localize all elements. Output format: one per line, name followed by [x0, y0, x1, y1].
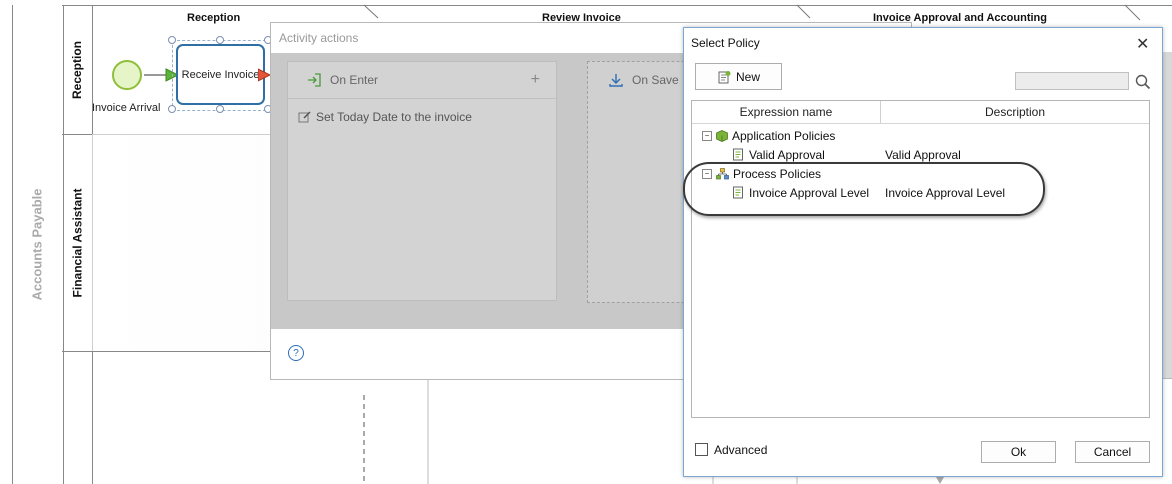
- close-icon[interactable]: ✕: [1136, 34, 1149, 54]
- select-policy-title: Select Policy: [691, 36, 760, 50]
- advanced-label: Advanced: [714, 442, 768, 457]
- add-action-button[interactable]: +: [531, 71, 540, 89]
- cancel-button[interactable]: Cancel: [1075, 441, 1150, 463]
- policy-document-icon: [733, 148, 743, 161]
- advanced-checkbox-row[interactable]: Advanced: [695, 440, 767, 459]
- on-enter-header[interactable]: On Enter +: [288, 62, 556, 99]
- search-icon[interactable]: [1135, 74, 1151, 90]
- column-header-expression-name[interactable]: Expression name: [692, 101, 881, 123]
- enter-icon: [308, 73, 321, 87]
- start-event-label: Invoice Arrival: [92, 102, 161, 114]
- application-cube-icon: [716, 129, 728, 142]
- new-document-icon: [718, 70, 731, 83]
- advanced-checkbox[interactable]: [695, 443, 708, 456]
- start-event-icon[interactable]: [110, 58, 144, 92]
- on-save-label: On Save: [632, 73, 679, 87]
- ok-button[interactable]: Ok: [981, 441, 1056, 463]
- edit-icon: [298, 111, 311, 123]
- on-enter-label: On Enter: [330, 73, 379, 87]
- highlight-annotation: [683, 162, 1045, 216]
- download-icon: [609, 74, 623, 87]
- help-icon[interactable]: ?: [288, 345, 304, 361]
- tree-group-application-policies[interactable]: − Application Policies: [702, 126, 835, 145]
- column-header-description[interactable]: Description: [881, 101, 1149, 123]
- select-policy-dialog: Select Policy ✕ New Expression name Desc…: [683, 27, 1163, 477]
- search-input[interactable]: [1015, 72, 1129, 90]
- activity-actions-title: Activity actions: [279, 31, 359, 45]
- policy-tree: Expression name Description − Applicatio…: [691, 100, 1150, 418]
- on-enter-panel: On Enter + Set Today Date to the invoice: [287, 61, 557, 301]
- new-button[interactable]: New: [695, 63, 782, 90]
- action-item[interactable]: Set Today Date to the invoice: [298, 107, 556, 126]
- collapse-icon[interactable]: −: [702, 130, 712, 141]
- tree-header: Expression name Description: [692, 101, 1149, 124]
